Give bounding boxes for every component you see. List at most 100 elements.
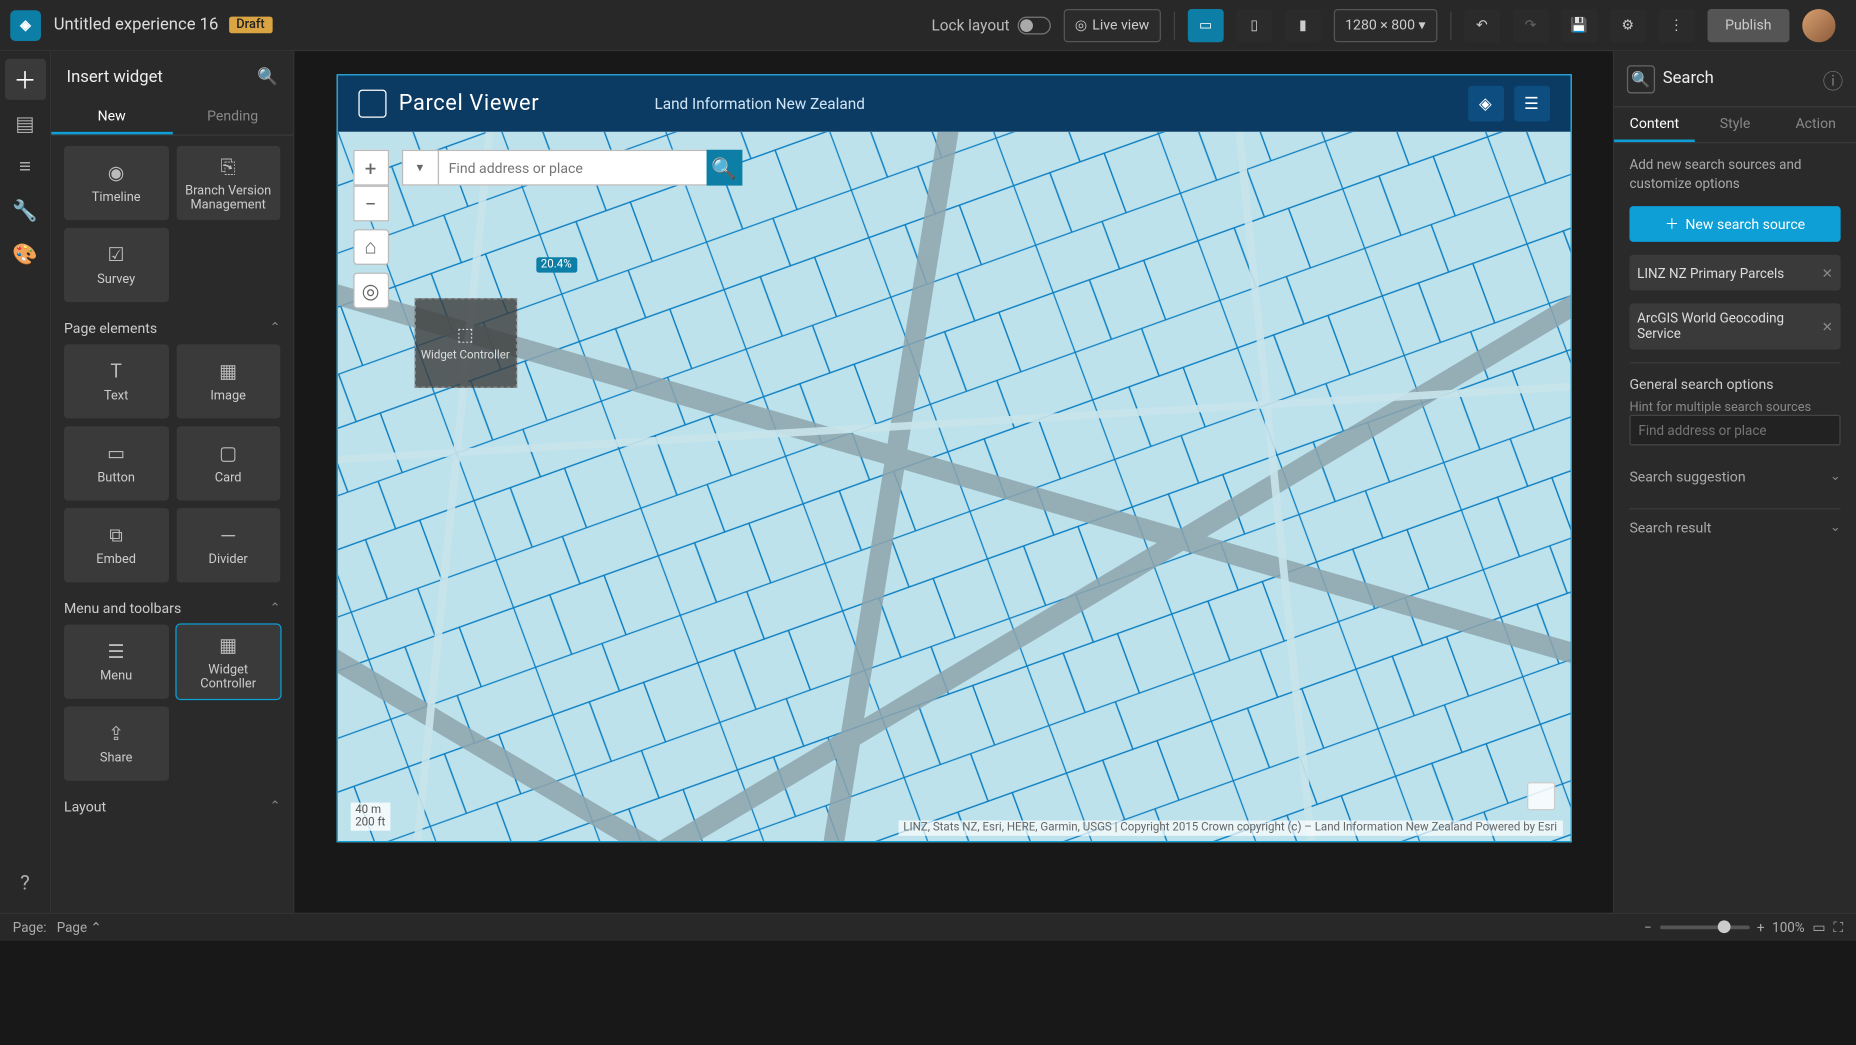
page-icon: ▤ xyxy=(15,111,34,135)
controller-icon: ▦ xyxy=(219,633,237,656)
search-icon[interactable]: 🔍 xyxy=(257,67,278,86)
device-tablet-button[interactable]: ▯ xyxy=(1236,8,1272,41)
search-result-row[interactable]: Search result ⌄ xyxy=(1629,509,1840,547)
lock-layout-toggle[interactable]: Lock layout xyxy=(932,16,1051,34)
widget-divider[interactable]: ─Divider xyxy=(176,508,280,582)
page-panel-button[interactable]: ▤ xyxy=(4,102,45,143)
zoom-in-button[interactable]: + xyxy=(353,150,389,186)
desktop-icon: ▭ xyxy=(1199,17,1212,34)
divider-icon: ─ xyxy=(221,524,235,547)
fullscreen-button[interactable] xyxy=(1526,782,1554,810)
user-avatar[interactable] xyxy=(1802,8,1835,41)
image-icon: ▦ xyxy=(219,360,237,383)
close-icon[interactable]: ✕ xyxy=(1822,265,1833,282)
widget-branch-version-management[interactable]: ⎘Branch Version Management xyxy=(176,146,280,220)
button-icon: ▭ xyxy=(107,442,125,465)
top-bar: ◈ Untitled experience 16 Draft Lock layo… xyxy=(0,0,1856,51)
device-phone-button[interactable]: ▮ xyxy=(1285,8,1321,41)
utility-panel-button[interactable]: 🔧 xyxy=(4,189,45,230)
widget-text[interactable]: TText xyxy=(64,344,168,418)
cursor-icon: ⬚ xyxy=(457,324,474,344)
phone-icon: ▮ xyxy=(1299,17,1307,34)
data-icon: ≡ xyxy=(19,154,31,180)
hint-input[interactable] xyxy=(1629,415,1840,446)
plus-icon: ＋ xyxy=(1665,214,1679,234)
settings-button[interactable]: ⚙ xyxy=(1610,8,1646,41)
list-icon: ☰ xyxy=(1524,94,1539,113)
app-header: Parcel Viewer Land Information New Zeala… xyxy=(337,76,1570,132)
home-button[interactable]: ⌂ xyxy=(353,229,389,265)
new-search-source-button[interactable]: ＋ New search source xyxy=(1629,207,1840,243)
zoom-out-button[interactable]: − xyxy=(353,186,389,222)
section-page-elements[interactable]: Page elements⌃ xyxy=(64,312,280,344)
viewport-size-dropdown[interactable]: 1280 × 800 ▾ xyxy=(1334,8,1438,41)
save-button[interactable]: 💾 xyxy=(1561,8,1597,41)
widget-embed[interactable]: ⧉Embed xyxy=(64,508,168,582)
zoom-in-button[interactable]: + xyxy=(1757,919,1765,936)
tab-new[interactable]: New xyxy=(51,102,172,134)
toggle-icon[interactable] xyxy=(1017,16,1050,34)
section-menu-toolbars[interactable]: Menu and toolbars⌃ xyxy=(64,593,280,625)
search-source-item[interactable]: ArcGIS World Geocoding Service ✕ xyxy=(1629,304,1840,350)
placed-widget-controller[interactable]: ⬚ Widget Controller xyxy=(414,298,516,388)
dots-icon: ⋮ xyxy=(1669,17,1683,34)
data-panel-button[interactable]: ≡ xyxy=(4,146,45,187)
eye-icon: ◎ xyxy=(1075,17,1087,34)
tab-pending[interactable]: Pending xyxy=(172,102,293,134)
page-selector[interactable]: Page ⌃ xyxy=(57,919,102,936)
publish-button[interactable]: Publish xyxy=(1707,8,1789,41)
search-widget-icon: 🔍 xyxy=(1627,65,1655,93)
tab-style[interactable]: Style xyxy=(1695,108,1776,143)
close-icon[interactable]: ✕ xyxy=(1822,319,1833,336)
zoom-slider[interactable] xyxy=(1660,925,1750,929)
app-preview[interactable]: Parcel Viewer Land Information New Zeala… xyxy=(336,74,1571,842)
tab-content[interactable]: Content xyxy=(1614,108,1695,143)
map-search-button[interactable]: 🔍 xyxy=(706,150,742,186)
insert-panel-title: Insert widget xyxy=(67,67,163,86)
more-button[interactable]: ⋮ xyxy=(1659,8,1695,41)
canvas-area: Parcel Viewer Land Information New Zeala… xyxy=(294,51,1612,912)
widget-image[interactable]: ▦Image xyxy=(176,344,280,418)
app-logo-icon xyxy=(358,90,386,118)
widget-survey[interactable]: ☑Survey xyxy=(64,228,168,302)
undo-button[interactable]: ↶ xyxy=(1464,8,1500,41)
search-suggestion-row[interactable]: Search suggestion ⌄ xyxy=(1629,459,1840,496)
section-layout[interactable]: Layout⌃ xyxy=(64,791,280,823)
search-source-dropdown[interactable]: ▾ xyxy=(401,150,437,186)
tab-action[interactable]: Action xyxy=(1775,108,1856,143)
widget-menu[interactable]: ☰Menu xyxy=(64,625,168,699)
locate-button[interactable]: ◎ xyxy=(353,273,389,309)
widget-timeline[interactable]: ◉Timeline xyxy=(64,146,168,220)
redo-button[interactable]: ↷ xyxy=(1513,8,1549,41)
experience-title[interactable]: Untitled experience 16 xyxy=(54,15,219,34)
search-icon: 🔍 xyxy=(711,156,737,180)
widget-share[interactable]: ⇪Share xyxy=(64,707,168,781)
home-icon: ⌂ xyxy=(364,234,376,260)
device-desktop-button[interactable]: ▭ xyxy=(1188,8,1224,41)
config-panel: 🔍 Search ⓘ Content Style Action Add new … xyxy=(1613,51,1856,912)
widget-card[interactable]: ▢Card xyxy=(176,426,280,500)
palette-icon: 🎨 xyxy=(12,241,38,265)
info-icon[interactable]: ⓘ xyxy=(1823,63,1844,94)
chevron-down-icon: ⌄ xyxy=(1830,470,1841,484)
fit-icon[interactable]: ▭ xyxy=(1812,919,1825,936)
zoom-out-button[interactable]: − xyxy=(1644,919,1652,936)
search-source-item[interactable]: LINZ NZ Primary Parcels ✕ xyxy=(1629,255,1840,291)
redo-icon: ↷ xyxy=(1525,17,1537,34)
map[interactable]: + − ⌂ ◎ ▾ 🔍 20.4% ⬚ Wi xyxy=(337,132,1570,841)
insert-widget-button[interactable]: ＋ xyxy=(4,59,45,100)
widget-widget-controller[interactable]: ▦Widget Controller xyxy=(176,625,280,699)
map-search-input[interactable] xyxy=(437,150,706,186)
bottom-bar: Page: Page ⌃ − + 100% ▭ ⛶ xyxy=(0,913,1856,941)
gear-icon: ⚙ xyxy=(1622,17,1635,34)
theme-panel-button[interactable]: 🎨 xyxy=(4,233,45,274)
legend-button[interactable]: ☰ xyxy=(1514,86,1550,122)
live-view-button[interactable]: ◎ Live view xyxy=(1063,8,1160,41)
text-icon: T xyxy=(110,360,121,383)
expand-icon[interactable]: ⛶ xyxy=(1833,918,1843,936)
widget-button[interactable]: ▭Button xyxy=(64,426,168,500)
help-button[interactable]: ? xyxy=(4,861,45,902)
product-logo-icon: ◈ xyxy=(10,10,41,41)
menu-icon: ☰ xyxy=(108,640,125,663)
layers-button[interactable]: ◈ xyxy=(1468,86,1504,122)
